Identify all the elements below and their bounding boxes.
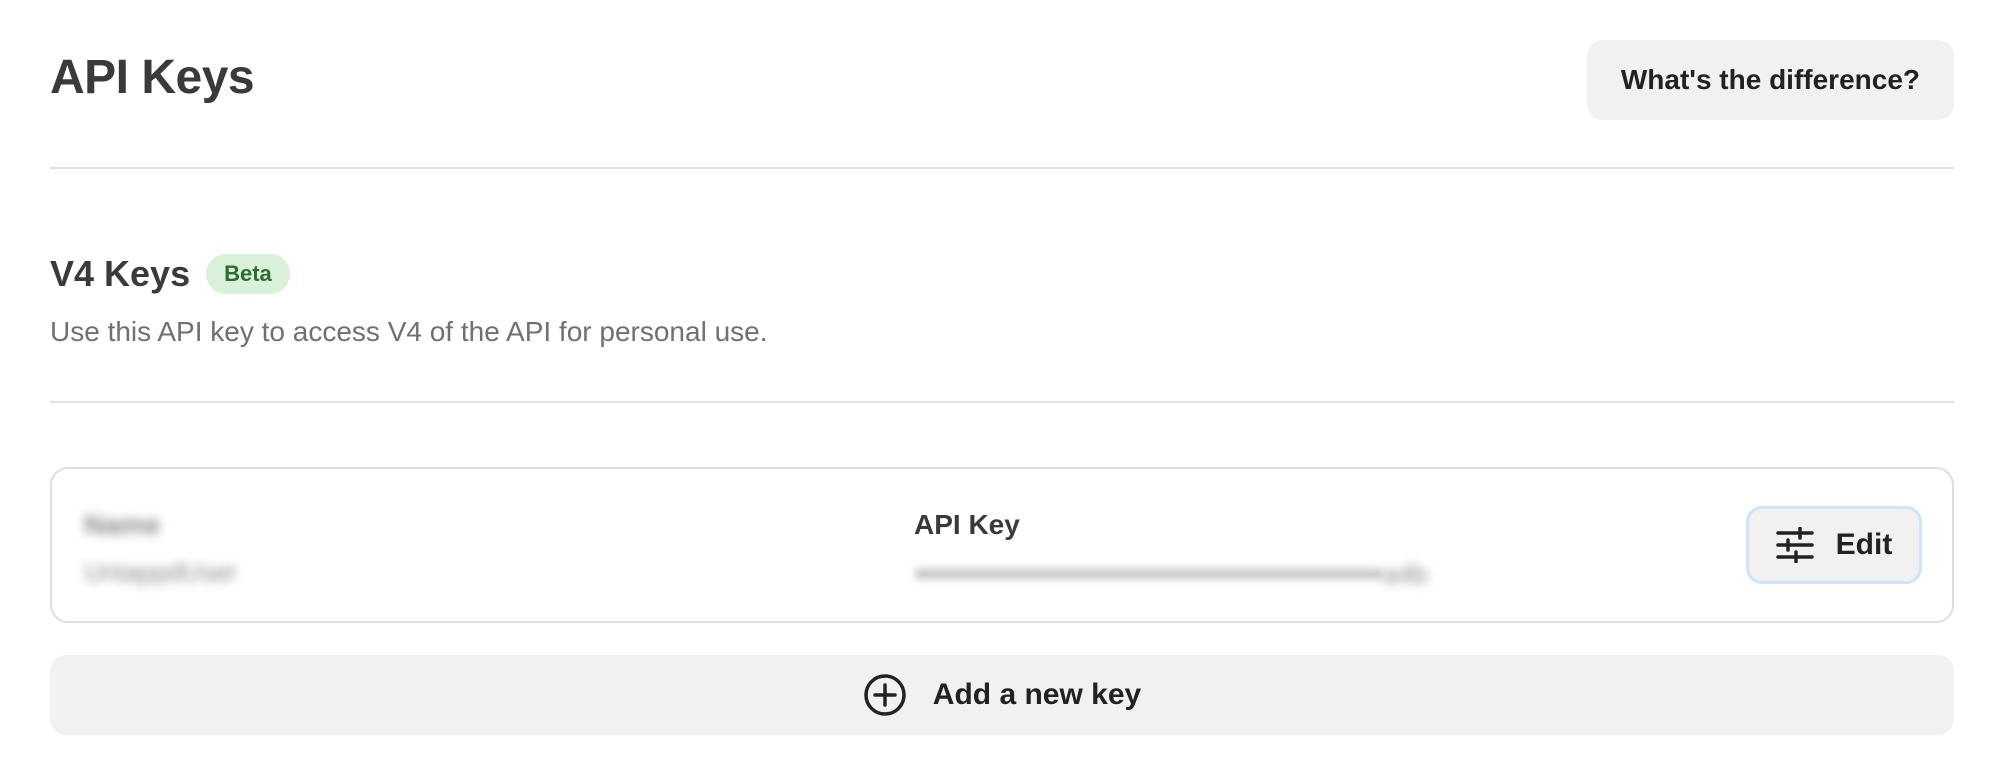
header-divider	[50, 167, 1954, 169]
beta-badge: Beta	[206, 254, 290, 294]
section-header: V4 Keys Beta	[50, 252, 290, 296]
plus-circle-icon	[863, 673, 907, 717]
api-key-card: Name UntappdUser API Key a4b Edit	[50, 467, 1954, 623]
whats-the-difference-button[interactable]: What's the difference?	[1586, 40, 1954, 120]
key-name-column: Name UntappdUser	[84, 507, 237, 589]
name-value: UntappdUser	[84, 557, 238, 587]
sliders-icon	[1775, 527, 1814, 563]
add-new-key-label: Add a new key	[932, 678, 1142, 711]
api-key-value: a4b	[914, 557, 1460, 591]
section-divider	[50, 401, 1954, 403]
api-key-label: API Key	[914, 509, 1020, 540]
api-key-suffix: a4b	[1384, 559, 1428, 589]
api-key-redacted-bar	[914, 569, 1384, 579]
edit-key-button[interactable]: Edit	[1746, 506, 1922, 584]
page-header: API Keys What's the difference?	[50, 40, 1954, 120]
name-label: Name	[84, 509, 161, 540]
section-title: V4 Keys	[50, 253, 191, 294]
add-new-key-button[interactable]: Add a new key	[50, 655, 1954, 735]
section-description: Use this API key to access V4 of the API…	[50, 316, 768, 347]
api-key-column: API Key a4b	[914, 507, 1460, 591]
edit-label: Edit	[1835, 528, 1893, 561]
page-title: API Keys	[50, 51, 255, 104]
